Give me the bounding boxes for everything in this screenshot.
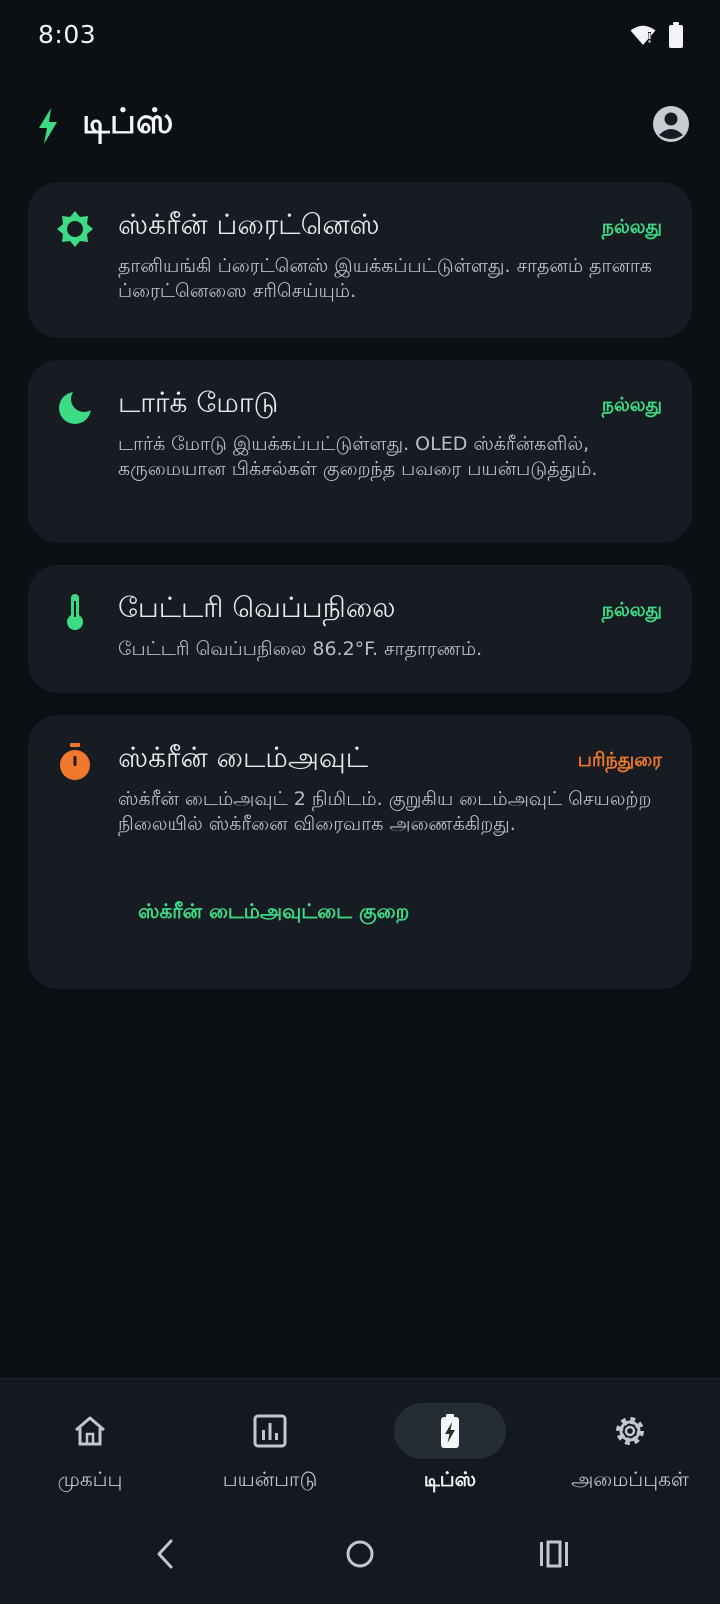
tip-card-brightness: ஸ்க்ரீன் ப்ரைட்னெஸ் நல்லது தானியங்கி ப்ர…	[28, 182, 692, 338]
usage-chart-icon	[253, 1414, 287, 1448]
battery-bolt-icon	[441, 1414, 459, 1448]
bolt-icon	[39, 108, 57, 144]
app-header: டிப்ஸ்	[0, 90, 720, 160]
brightness-icon	[57, 211, 93, 247]
status-icons	[630, 22, 684, 48]
tip-card-screen-timeout: ஸ்க்ரீன் டைம்அவுட் பரிந்துரை ஸ்க்ரீன் டை…	[28, 715, 692, 989]
card-title: ஸ்க்ரீன் ப்ரைட்னெஸ்	[118, 208, 380, 241]
account-circle-icon[interactable]	[652, 105, 690, 143]
card-title: ஸ்க்ரீன் டைம்அவுட்	[118, 741, 369, 774]
nav-label: பயன்பாடு	[222, 1467, 318, 1491]
nav-label: முகப்பு	[57, 1467, 123, 1491]
page-title: டிப்ஸ்	[82, 102, 174, 142]
battery-icon	[669, 22, 683, 48]
home-circle-icon[interactable]	[342, 1536, 378, 1572]
wifi-icon	[630, 25, 656, 45]
status-badge: நல்லது	[601, 599, 662, 621]
card-description: ஸ்க்ரீன் டைம்அவுட் 2 நிமிடம். குறுகிய டை…	[118, 788, 652, 835]
thermometer-icon	[67, 594, 83, 630]
nav-item-usage[interactable]: பயன்பாடு	[180, 1379, 360, 1505]
home-icon	[75, 1416, 105, 1446]
status-badge: நல்லது	[601, 216, 662, 238]
gear-icon	[616, 1417, 644, 1445]
back-icon[interactable]	[148, 1536, 184, 1572]
nav-item-settings[interactable]: அமைப்புகள்	[540, 1379, 720, 1505]
tip-card-dark-mode: டார்க் மோடு நல்லது டார்க் மோடு இயக்கப்பட…	[28, 360, 692, 543]
status-bar: 8:03	[0, 0, 720, 70]
bottom-navigation: முகப்பு பயன்பாடு டிப்ஸ் அமைப்புகள்	[0, 1378, 720, 1505]
system-navigation-bar	[0, 1504, 720, 1604]
nav-item-tips[interactable]: டிப்ஸ்	[360, 1379, 540, 1505]
status-time: 8:03	[38, 20, 97, 49]
card-description: பேட்டரி வெப்பநிலை 86.2°F. சாதாரணம்.	[118, 638, 483, 660]
reduce-timeout-button[interactable]: ஸ்க்ரீன் டைம்அவுட்டை குறை	[138, 893, 409, 932]
status-badge: நல்லது	[601, 394, 662, 416]
nav-label: டிப்ஸ்	[423, 1467, 477, 1491]
card-title: பேட்டரி வெப்பநிலை	[118, 591, 396, 624]
nav-item-home[interactable]: முகப்பு	[0, 1379, 180, 1505]
nav-label: அமைப்புகள்	[571, 1467, 689, 1491]
card-description: தானியங்கி ப்ரைட்னெஸ் இயக்கப்பட்டுள்ளது. …	[118, 255, 652, 302]
tip-card-battery-temperature: பேட்டரி வெப்பநிலை நல்லது பேட்டரி வெப்பநி…	[28, 565, 692, 693]
recents-icon[interactable]	[536, 1536, 572, 1572]
moon-icon	[59, 388, 94, 424]
card-title: டார்க் மோடு	[118, 386, 279, 419]
status-badge: பரிந்துரை	[577, 749, 662, 771]
timer-icon	[60, 743, 90, 780]
card-description: டார்க் மோடு இயக்கப்பட்டுள்ளது. OLED ஸ்க்…	[118, 433, 598, 480]
